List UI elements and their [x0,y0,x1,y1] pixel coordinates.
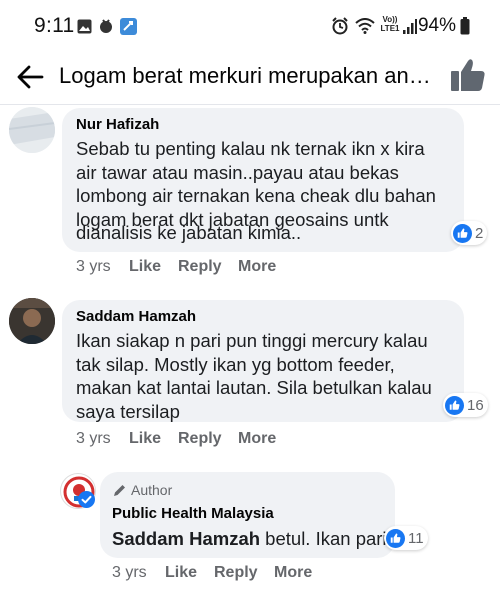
nur-hafizah-avatar [9,107,55,153]
comment-text-line: makan kat lantai lautan. Sila betulkan k… [76,377,432,398]
reply-text-body: betul. Ikan pari [260,528,387,549]
app-icon [120,18,137,35]
verified-badge-icon [78,491,95,508]
back-arrow-icon[interactable] [14,61,46,93]
alarm-icon [332,17,348,35]
mention-link[interactable]: Saddam Hamzah [112,528,260,549]
comment-timestamp: 3 yrs [76,258,111,275]
comment-text-line: tak silap. Mostly ikan yg bottom feeder, [76,353,395,375]
comment-actions: 3 yrs Like Reply More [76,430,296,450]
reply-text: Saddam Hamzah betul. Ikan pari [112,527,387,551]
more-button[interactable]: More [238,258,276,276]
like-button[interactable]: Like [129,430,161,448]
comment-text-line: dianalisis ke jabatan kimia.. [76,222,302,243]
wifi-icon [355,18,375,34]
like-reaction-icon [453,223,472,243]
gallery-icon [77,19,92,34]
saddam-hamzah-avatar [9,298,55,344]
battery-percentage: 94% [417,15,456,36]
reaction-count[interactable]: 2 [451,221,488,245]
signal-icon [403,19,417,34]
airdroid-icon [100,19,112,33]
battery-icon [460,17,470,35]
more-button[interactable]: More [238,430,276,448]
comment-text-line: lombong air ternakan kena cheak dlu baha… [76,185,436,206]
comment-actions: 3 yrs Like Reply More [76,258,296,278]
more-button[interactable]: More [274,564,312,582]
comment-timestamp: 3 yrs [76,430,111,447]
reaction-count-label: 16 [467,396,484,414]
post-title: Logam berat merkuri merupakan ant... [59,63,431,88]
comment-actions: 3 yrs Like Reply More [112,564,332,584]
avatar[interactable] [9,298,55,344]
volte-top-label: Vo)) [382,15,398,24]
comment-timestamp: 3 yrs [112,564,147,581]
volte-icon: Vo)) LTE1 [379,15,401,33]
like-reaction-icon [386,528,405,548]
reaction-count[interactable]: 11 [384,526,428,550]
reaction-count-label: 2 [475,224,484,242]
comment-text-line: air tawar atau masin..payau atau bekas [76,161,399,183]
author-badge-label: Author [131,482,173,498]
like-reaction-icon [445,395,464,415]
comment-text-line: Sebab tu penting kalau nk ternak ikn x k… [76,138,425,159]
reply-button[interactable]: Reply [214,564,258,582]
avatar[interactable] [9,107,55,153]
like-button[interactable]: Like [129,258,161,276]
comment-text-line: saya tersilap [76,400,180,422]
pencil-icon [114,484,125,496]
post-header: Logam berat merkuri merupakan ant... [0,48,500,106]
reaction-count-label: 11 [408,529,424,547]
author-badge: Author [112,482,172,498]
header-divider [0,104,500,105]
reply-button[interactable]: Reply [178,258,222,276]
status-time: 9:11 [34,14,75,37]
status-bar: 9:11 Vo)) LTE1 94% [0,0,500,48]
reply-button[interactable]: Reply [178,430,222,448]
like-icon[interactable] [450,57,486,93]
comment-author[interactable]: Public Health Malaysia [112,505,274,522]
comment-author[interactable]: Nur Hafizah [76,116,159,133]
volte-bottom-label: LTE1 [380,24,400,33]
comment-author[interactable]: Saddam Hamzah [76,308,196,325]
like-button[interactable]: Like [165,564,197,582]
reaction-count[interactable]: 16 [443,393,488,417]
comment-text-line: Ikan siakap n pari pun tinggi mercury ka… [76,330,428,351]
